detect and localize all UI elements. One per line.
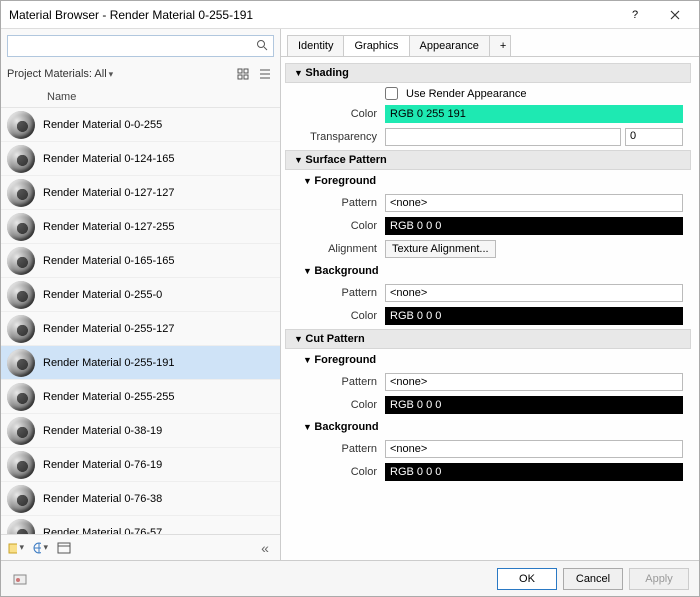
material-name: Render Material 0-76-57 (43, 527, 162, 535)
material-swatch (7, 417, 35, 445)
cancel-button[interactable]: Cancel (563, 568, 623, 590)
material-swatch (7, 213, 35, 241)
material-item[interactable]: Render Material 0-255-127 (1, 312, 280, 346)
material-name: Render Material 0-255-127 (43, 323, 174, 335)
material-item[interactable]: Render Material 0-124-165 (1, 142, 280, 176)
material-swatch (7, 519, 35, 535)
section-shading[interactable]: Shading (285, 63, 691, 83)
use-render-label: Use Render Appearance (406, 88, 526, 100)
right-pane: IdentityGraphicsAppearance+ Shading Use … (281, 29, 699, 560)
ok-button[interactable]: OK (497, 568, 557, 590)
open-asset-button[interactable] (55, 539, 73, 557)
shading-color-label: Color (285, 108, 385, 120)
transparency-label: Transparency (285, 131, 385, 143)
material-name: Render Material 0-124-165 (43, 153, 174, 165)
material-name: Render Material 0-165-165 (43, 255, 174, 267)
material-item[interactable]: Render Material 0-255-191 (1, 346, 280, 380)
window-icon (57, 541, 71, 555)
texture-alignment-button[interactable]: Texture Alignment... (385, 240, 496, 258)
tab-graphics[interactable]: Graphics (343, 35, 409, 56)
asset-library-button[interactable] (11, 570, 29, 588)
cut-foreground[interactable]: Foreground (285, 351, 691, 369)
material-item[interactable]: Render Material 0-76-19 (1, 448, 280, 482)
transparency-value[interactable]: 0 (625, 128, 683, 146)
close-icon (670, 10, 680, 20)
material-name: Render Material 0-127-127 (43, 187, 174, 199)
material-name: Render Material 0-255-255 (43, 391, 174, 403)
new-material-button[interactable]: ▾ (7, 539, 25, 557)
material-name: Render Material 0-76-19 (43, 459, 162, 471)
material-name: Render Material 0-127-255 (43, 221, 174, 233)
material-name: Render Material 0-0-255 (43, 119, 162, 131)
material-swatch (7, 281, 35, 309)
view-grid-button[interactable] (234, 65, 252, 83)
section-surface-pattern[interactable]: Surface Pattern (285, 150, 691, 170)
globe-icon (32, 541, 41, 555)
new-icon (8, 541, 17, 555)
material-item[interactable]: Render Material 0-76-57 (1, 516, 280, 534)
titlebar: Material Browser - Render Material 0-255… (1, 1, 699, 29)
material-item[interactable]: Render Material 0-38-19 (1, 414, 280, 448)
material-swatch (7, 451, 35, 479)
surface-fg-color[interactable]: RGB 0 0 0 (385, 217, 683, 235)
material-swatch (7, 247, 35, 275)
material-name: Render Material 0-255-191 (43, 357, 174, 369)
material-name: Render Material 0-38-19 (43, 425, 162, 437)
list-header-name: Name (1, 87, 280, 108)
transparency-slider[interactable] (385, 128, 621, 146)
material-item[interactable]: Render Material 0-127-255 (1, 210, 280, 244)
material-name: Render Material 0-76-38 (43, 493, 162, 505)
collapse-button[interactable]: « (256, 539, 274, 557)
material-browser-dialog: Material Browser - Render Material 0-255… (0, 0, 700, 597)
tab-appearance[interactable]: Appearance (409, 35, 490, 56)
material-list[interactable]: Render Material 0-0-255 Render Material 0… (1, 108, 280, 534)
tab-identity[interactable]: Identity (287, 35, 344, 56)
material-name: Render Material 0-255-0 (43, 289, 162, 301)
material-item[interactable]: Render Material 0-255-0 (1, 278, 280, 312)
surface-background[interactable]: Background (285, 262, 691, 280)
window-title: Material Browser - Render Material 0-255… (9, 8, 615, 22)
tabs: IdentityGraphicsAppearance+ (281, 29, 699, 56)
tab-add[interactable]: + (489, 35, 511, 56)
shading-color-value[interactable]: RGB 0 255 191 (385, 105, 683, 123)
use-render-checkbox[interactable] (385, 87, 398, 100)
section-cut-pattern[interactable]: Cut Pattern (285, 329, 691, 349)
dialog-footer: OK Cancel Apply (1, 560, 699, 596)
material-item[interactable]: Render Material 0-165-165 (1, 244, 280, 278)
material-item[interactable]: Render Material 0-0-255 (1, 108, 280, 142)
material-swatch (7, 349, 35, 377)
material-item[interactable]: Render Material 0-76-38 (1, 482, 280, 516)
surface-bg-pattern[interactable]: <none> (385, 284, 683, 302)
material-swatch (7, 383, 35, 411)
surface-foreground[interactable]: Foreground (285, 172, 691, 190)
cut-fg-pattern[interactable]: <none> (385, 373, 683, 391)
material-swatch (7, 179, 35, 207)
surface-bg-color[interactable]: RGB 0 0 0 (385, 307, 683, 325)
filter-dropdown[interactable]: Project Materials: All▾ (7, 68, 230, 80)
cut-fg-color[interactable]: RGB 0 0 0 (385, 396, 683, 414)
material-swatch (7, 145, 35, 173)
view-list-button[interactable] (256, 65, 274, 83)
material-item[interactable]: Render Material 0-127-127 (1, 176, 280, 210)
left-pane: Project Materials: All▾ Name Render Mate… (1, 29, 281, 560)
grid-icon (237, 68, 249, 80)
help-button[interactable]: ? (615, 4, 655, 26)
duplicate-button[interactable]: ▾ (31, 539, 49, 557)
cut-bg-color[interactable]: RGB 0 0 0 (385, 463, 683, 481)
search-input[interactable] (7, 35, 274, 57)
list-icon (259, 68, 271, 80)
material-swatch (7, 315, 35, 343)
material-swatch (7, 485, 35, 513)
close-button[interactable] (655, 4, 695, 26)
material-swatch (7, 111, 35, 139)
surface-fg-pattern[interactable]: <none> (385, 194, 683, 212)
search-icon (256, 39, 268, 51)
cut-background[interactable]: Background (285, 418, 691, 436)
palette-icon (13, 572, 27, 586)
cut-bg-pattern[interactable]: <none> (385, 440, 683, 458)
apply-button[interactable]: Apply (629, 568, 689, 590)
material-item[interactable]: Render Material 0-255-255 (1, 380, 280, 414)
properties-panel[interactable]: Shading Use Render Appearance ColorRGB 0… (281, 56, 699, 560)
